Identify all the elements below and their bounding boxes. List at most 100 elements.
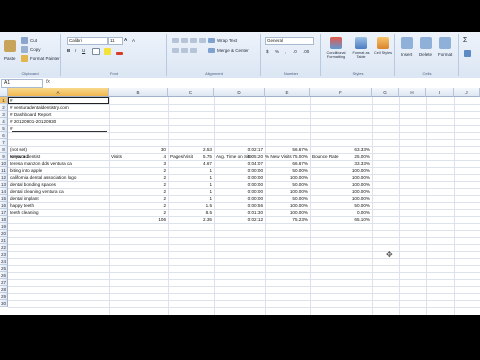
column-header-f[interactable]: F [310,88,372,97]
row-header[interactable]: 30 [0,300,8,307]
table-cell[interactable]: teeth cleaning [10,209,107,216]
cell-a2[interactable]: # venturadentaldentistry.com [10,104,167,111]
column-header-g[interactable]: G [372,88,399,97]
table-cell[interactable]: 100.00% [312,174,370,181]
table-cell[interactable]: 50.00% [265,167,308,174]
conditional-formatting-button[interactable]: Conditional Formatting [323,51,349,59]
table-cell[interactable]: 100.00% [265,188,308,195]
row-header[interactable]: 16 [0,202,8,209]
wrap-text-icon[interactable] [208,38,215,43]
format-painter-icon[interactable] [21,55,28,62]
table-cell[interactable]: 1 [170,188,212,195]
table-cell[interactable]: biting into apple [10,167,107,174]
row-header[interactable]: 25 [0,265,8,272]
font-color-icon[interactable] [116,52,123,55]
table-cell[interactable]: 4.67 [170,160,212,167]
row-header[interactable]: 22 [0,244,8,251]
bold-icon[interactable]: B [67,48,70,53]
table-cell[interactable]: 100.00% [312,167,370,174]
total-cell[interactable] [10,216,107,223]
table-cell[interactable]: 25.00% [312,153,370,160]
format-painter-button[interactable]: Format Painter [30,56,60,61]
row-header[interactable]: 29 [0,293,8,300]
column-header-a[interactable]: A [8,88,109,97]
table-cell[interactable]: 2.53 [170,146,212,153]
merge-center-icon[interactable] [208,48,215,53]
conditional-formatting-icon[interactable] [330,37,342,49]
row-header[interactable]: 3 [0,111,8,118]
table-cell[interactable]: 63.33% [312,146,370,153]
table-cell[interactable]: ventura dentist [10,153,107,160]
row-header[interactable]: 8 [0,146,8,153]
row-header[interactable]: 27 [0,279,8,286]
row-header[interactable]: 5 [0,125,8,132]
table-cell[interactable]: 2 [111,209,166,216]
table-cell[interactable]: 100.00% [312,188,370,195]
align-bottom-icon[interactable] [190,38,197,43]
row-header[interactable]: 2 [0,104,8,111]
column-header-i[interactable]: I [426,88,454,97]
table-cell[interactable]: happy teeth [10,202,107,209]
table-cell[interactable]: 56.67% [265,146,308,153]
table-cell[interactable]: 1.5 [170,202,212,209]
row-header[interactable]: 20 [0,230,8,237]
cell-a3[interactable]: # Dashboard Report [10,111,167,118]
align-top-icon[interactable] [172,38,179,43]
merge-center-button[interactable]: Merge & Center [217,48,249,53]
table-cell[interactable]: 1 [170,174,212,181]
table-cell[interactable]: 0:05:20 [216,153,263,160]
table-cell[interactable]: 0:02:17 [216,146,263,153]
format-cells-icon[interactable] [439,37,451,49]
table-cell[interactable]: 50.00% [312,202,370,209]
table-cell[interactable]: 8.5 [170,209,212,216]
table-cell[interactable]: 100.00% [312,181,370,188]
spreadsheet-grid[interactable]: A B C D E F G H I J 1 2 3 4 5 6 7 8 9 10 11 12 13 14 1… [0,88,480,315]
table-cell[interactable]: 0:01:30 [216,209,263,216]
table-cell[interactable]: dental implant [10,195,107,202]
delete-button[interactable]: Delete [419,52,432,57]
insert-button[interactable]: Insert [401,52,412,57]
name-box[interactable]: A1 [1,79,43,88]
column-header-b[interactable]: B [109,88,168,97]
table-cell[interactable]: 75.00% [265,153,308,160]
table-cell[interactable]: 1 [170,195,212,202]
italic-icon[interactable]: I [75,48,76,53]
grow-font-icon[interactable]: A [124,37,127,42]
table-cell[interactable]: 1 [170,181,212,188]
table-cell[interactable]: 100.00% [265,209,308,216]
percent-icon[interactable]: % [275,49,279,54]
copy-icon[interactable] [21,46,28,53]
row-header[interactable]: 26 [0,272,8,279]
total-cell[interactable]: 0:02:12 [216,216,263,223]
column-header-j[interactable]: J [454,88,480,97]
row-header[interactable]: 4 [0,118,8,125]
table-cell[interactable]: 1 [170,167,212,174]
column-header-h[interactable]: H [399,88,426,97]
row-header[interactable]: 21 [0,237,8,244]
table-cell[interactable]: 100.00% [265,202,308,209]
row-header[interactable]: 12 [0,174,8,181]
table-cell[interactable]: 2 [111,195,166,202]
row-header[interactable]: 11 [0,167,8,174]
font-name-select[interactable]: Calibri [67,37,108,45]
table-cell[interactable]: 0:00:56 [216,202,263,209]
font-size-select[interactable]: 11 [108,37,123,45]
table-cell[interactable]: 0:00:00 [216,174,263,181]
fill-icon[interactable] [464,50,471,57]
table-cell[interactable]: 0:00:00 [216,181,263,188]
wrap-text-button[interactable]: Wrap Text [217,38,237,43]
row-header[interactable]: 17 [0,209,8,216]
format-table-button[interactable]: Format as Table [351,51,371,59]
format-button[interactable]: Format [438,52,452,57]
row-header[interactable]: 7 [0,139,8,146]
table-cell[interactable]: 2 [111,174,166,181]
format-table-icon[interactable] [355,37,367,49]
comma-icon[interactable]: , [285,49,286,54]
table-cell[interactable]: 0:00:00 [216,188,263,195]
cell-styles-button[interactable]: Cell Styles [374,51,392,55]
sum-icon[interactable]: Σ [463,37,467,44]
row-header[interactable]: 13 [0,181,8,188]
increase-decimal-icon[interactable]: .0 [293,49,297,54]
table-cell[interactable]: 66.67% [265,160,308,167]
cut-icon[interactable] [21,37,28,44]
